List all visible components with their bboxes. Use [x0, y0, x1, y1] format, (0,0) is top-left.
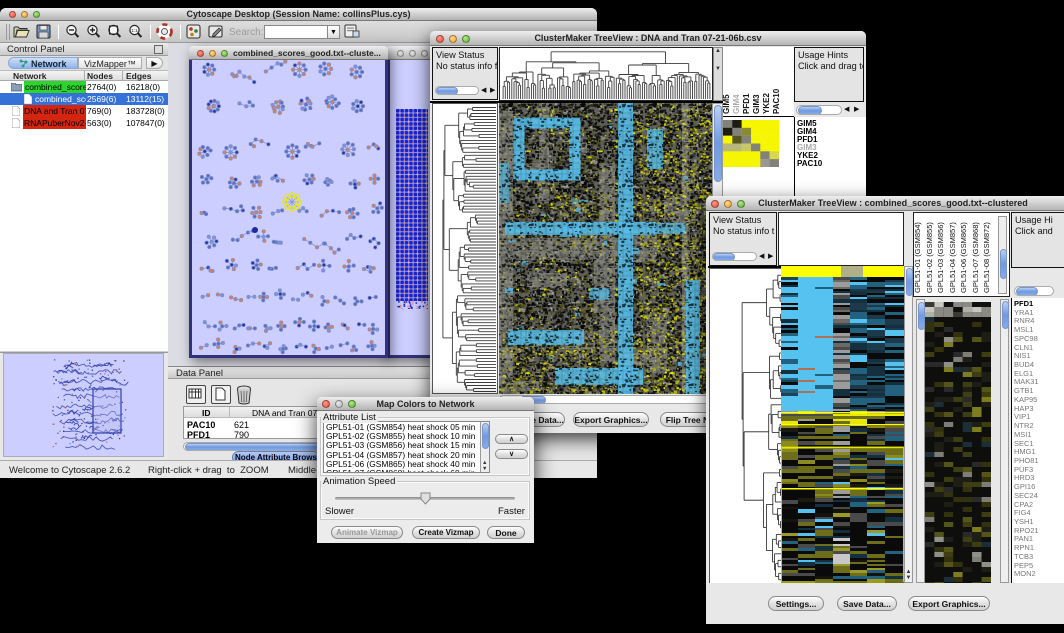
- svg-text:1:1: 1:1: [131, 28, 138, 33]
